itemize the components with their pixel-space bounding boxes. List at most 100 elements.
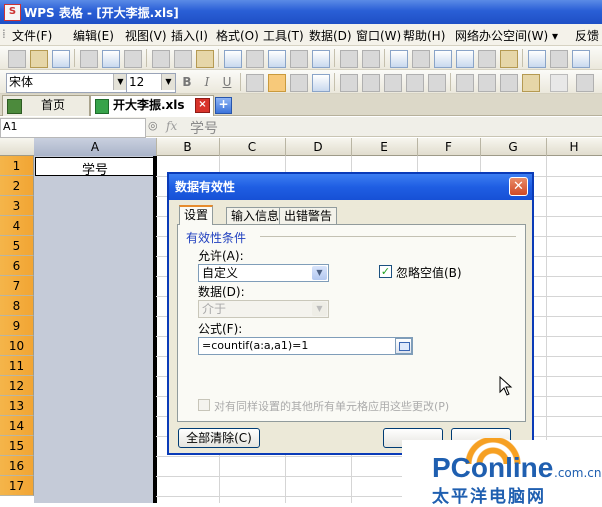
clear-icon[interactable] <box>246 50 264 68</box>
comma-icon[interactable] <box>384 74 402 92</box>
hyperlink-icon[interactable] <box>390 50 408 68</box>
new-file-icon[interactable] <box>8 50 26 68</box>
column-header-g[interactable]: G <box>480 138 547 156</box>
fx-icon[interactable]: fx <box>166 119 177 133</box>
menu-tools[interactable]: 工具(T) <box>263 27 304 44</box>
font-color-icon[interactable] <box>550 74 568 92</box>
select-all-corner[interactable] <box>0 138 35 156</box>
menu-window[interactable]: 窗口(W) <box>356 27 401 44</box>
tab-home[interactable]: 首页 <box>2 95 90 116</box>
tab-input-message[interactable]: 输入信息 <box>226 207 285 225</box>
undo-icon[interactable] <box>340 50 358 68</box>
tab-error-alert[interactable]: 出错警告 <box>279 207 338 225</box>
currency-icon[interactable] <box>340 74 358 92</box>
name-box[interactable]: A1 <box>0 118 146 138</box>
row-header-7[interactable]: 7 <box>0 276 34 296</box>
close-icon[interactable]: ✕ <box>509 177 528 196</box>
drawing-icon[interactable] <box>528 50 546 68</box>
decrease-decimal-icon[interactable] <box>428 74 446 92</box>
print-preview-icon[interactable] <box>102 50 120 68</box>
menu-help[interactable]: 帮助(H) <box>403 27 445 44</box>
column-header-f[interactable]: F <box>417 138 481 156</box>
insert-function-icon[interactable] <box>268 50 286 68</box>
menu-network-office[interactable]: 网络办公空间(W) ▾ <box>455 27 558 44</box>
menu-insert[interactable]: 插入(I) <box>171 27 208 44</box>
menu-data[interactable]: 数据(D) <box>309 27 352 44</box>
row-header-2[interactable]: 2 <box>0 176 34 196</box>
row-header-3[interactable]: 3 <box>0 196 34 216</box>
bold-button[interactable]: B <box>178 74 196 90</box>
formula-content[interactable]: 学号 <box>190 118 218 138</box>
row-header-11[interactable]: 11 <box>0 356 34 376</box>
zoom-icon[interactable] <box>550 50 568 68</box>
increase-decimal-icon[interactable] <box>406 74 424 92</box>
column-a-selection[interactable] <box>34 156 156 503</box>
apply-all-checkbox[interactable] <box>198 399 210 411</box>
outdent-icon[interactable] <box>478 74 496 92</box>
chevron-down-icon[interactable]: ▼ <box>312 266 327 280</box>
borders-icon[interactable] <box>500 74 518 92</box>
align-right-icon[interactable] <box>290 74 308 92</box>
indent-icon[interactable] <box>456 74 474 92</box>
cut-icon[interactable] <box>152 50 170 68</box>
more-options-icon[interactable] <box>576 74 594 92</box>
filter-icon[interactable] <box>478 50 496 68</box>
italic-button[interactable]: I <box>198 74 216 90</box>
menu-file[interactable]: 文件(F) <box>12 27 52 44</box>
row-header-8[interactable]: 8 <box>0 296 34 316</box>
print-icon[interactable] <box>80 50 98 68</box>
row-header-14[interactable]: 14 <box>0 416 34 436</box>
close-tab-icon[interactable]: × <box>195 98 210 113</box>
row-header-9[interactable]: 9 <box>0 316 34 336</box>
allow-select[interactable]: 自定义 ▼ <box>198 264 329 282</box>
row-header-4[interactable]: 4 <box>0 216 34 236</box>
range-select-icon[interactable] <box>395 338 412 354</box>
column-header-b[interactable]: B <box>156 138 220 156</box>
help-icon[interactable] <box>572 50 590 68</box>
paste-icon[interactable] <box>196 50 214 68</box>
redo-icon[interactable] <box>362 50 380 68</box>
merge-center-icon[interactable] <box>312 74 330 92</box>
zoom-function-icon[interactable]: ◎ <box>148 119 162 133</box>
align-left-icon[interactable] <box>246 74 264 92</box>
row-header-5[interactable]: 5 <box>0 236 34 256</box>
menu-feedback[interactable]: 反馈 <box>575 27 599 44</box>
font-name-combo[interactable]: 宋体 ▼ <box>6 73 128 93</box>
autosum-icon[interactable] <box>412 50 430 68</box>
row-header-10[interactable]: 10 <box>0 336 34 356</box>
sort-asc-icon[interactable] <box>434 50 452 68</box>
row-header-17[interactable]: 17 <box>0 476 34 496</box>
row-header-12[interactable]: 12 <box>0 376 34 396</box>
menu-format[interactable]: 格式(O) <box>216 27 259 44</box>
tab-settings[interactable]: 设置 <box>179 205 214 225</box>
row-header-16[interactable]: 16 <box>0 456 34 476</box>
font-size-combo[interactable]: 12 ▼ <box>126 73 176 93</box>
save-icon[interactable] <box>52 50 70 68</box>
column-header-d[interactable]: D <box>285 138 352 156</box>
menu-edit[interactable]: 编辑(E) <box>73 27 114 44</box>
sort-desc-icon[interactable] <box>456 50 474 68</box>
row-header-6[interactable]: 6 <box>0 256 34 276</box>
fill-icon[interactable] <box>312 50 330 68</box>
chevron-down-icon[interactable]: ▼ <box>113 74 127 90</box>
column-header-e[interactable]: E <box>351 138 418 156</box>
percent-icon[interactable] <box>362 74 380 92</box>
row-header-13[interactable]: 13 <box>0 396 34 416</box>
align-center-icon[interactable] <box>268 74 286 92</box>
data-select[interactable]: 介于 ▼ <box>198 300 329 318</box>
chart-icon[interactable] <box>500 50 518 68</box>
sort-icon[interactable] <box>290 50 308 68</box>
spellcheck-icon[interactable] <box>124 50 142 68</box>
ignore-blank-checkbox[interactable]: ✓ <box>379 265 392 278</box>
copy-icon[interactable] <box>174 50 192 68</box>
column-header-c[interactable]: C <box>219 138 286 156</box>
format-painter-icon[interactable] <box>224 50 242 68</box>
column-header-a[interactable]: A <box>34 138 157 156</box>
new-tab-icon[interactable]: + <box>215 97 232 114</box>
cell-a1[interactable]: 学号 <box>35 157 155 178</box>
open-folder-icon[interactable] <box>30 50 48 68</box>
row-header-1[interactable]: 1 <box>0 156 34 176</box>
row-header-15[interactable]: 15 <box>0 436 34 456</box>
menu-view[interactable]: 视图(V) <box>125 27 167 44</box>
column-header-h[interactable]: H <box>546 138 602 156</box>
